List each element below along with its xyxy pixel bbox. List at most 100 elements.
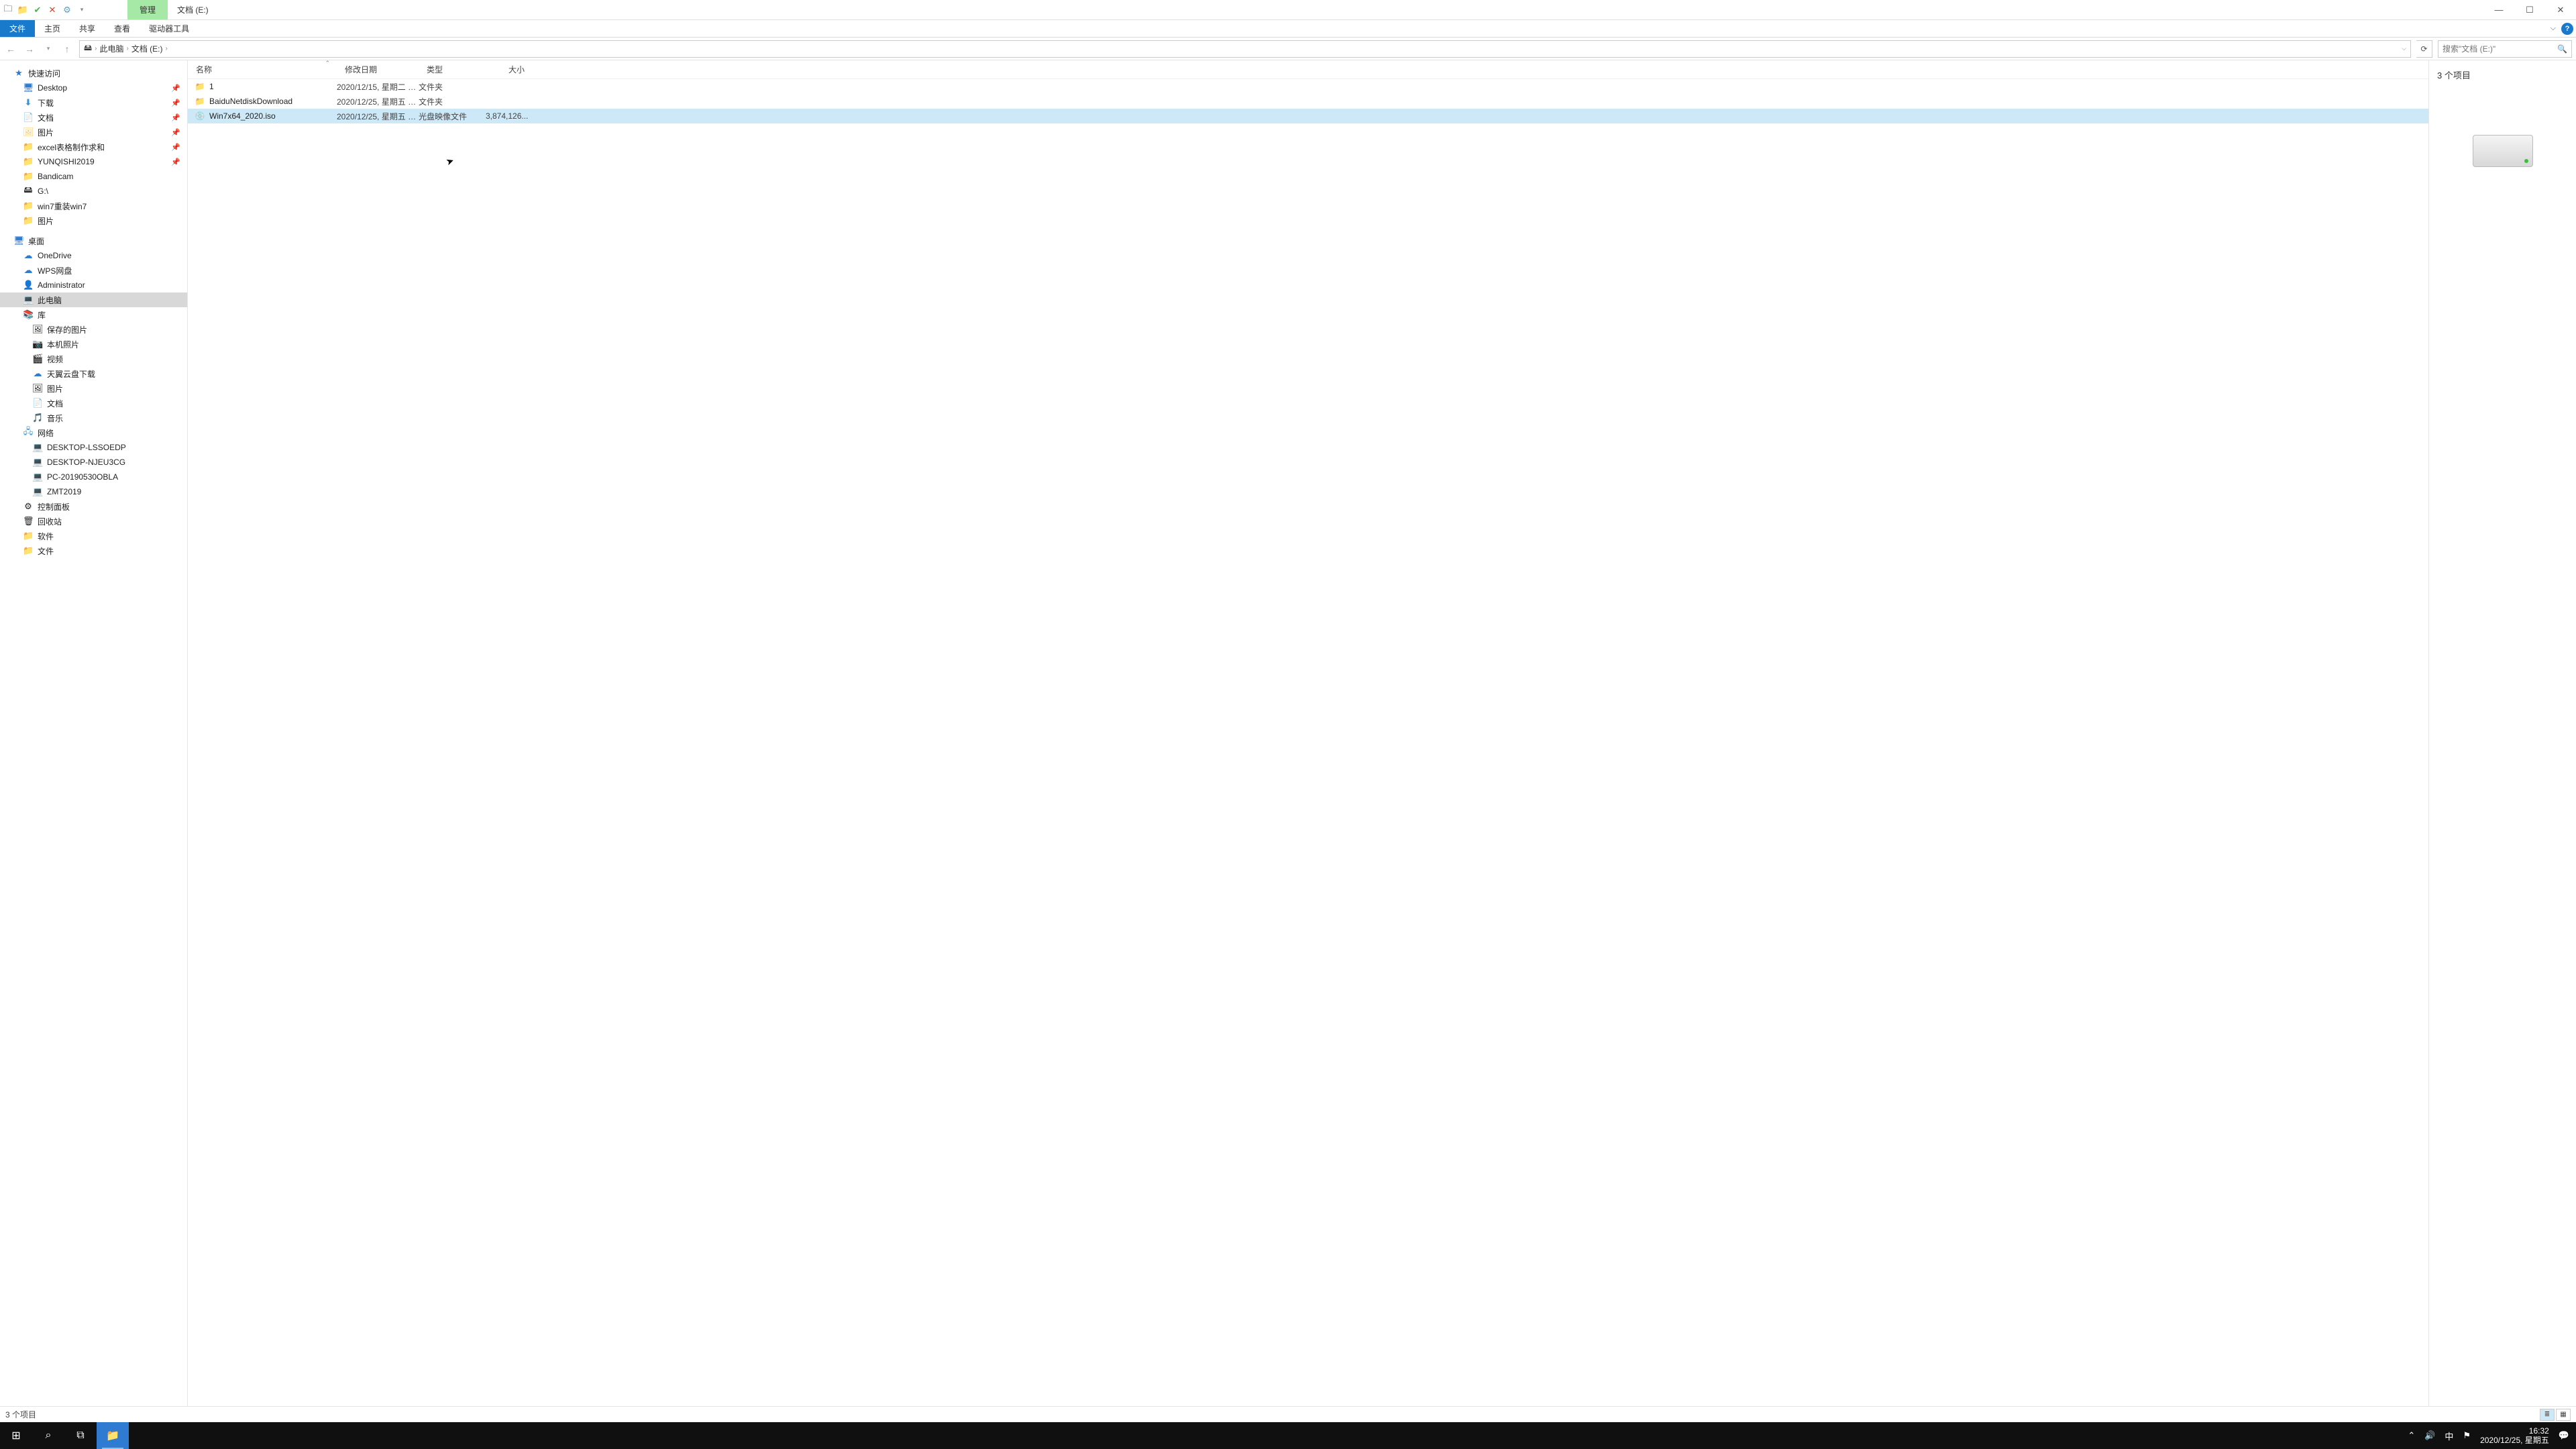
folder-icon: 📁 — [23, 201, 34, 211]
minimize-button[interactable]: ― — [2483, 0, 2514, 20]
status-text: 3 个项目 — [5, 1409, 36, 1420]
nav-desktop-cn[interactable]: 🖥桌面 — [0, 233, 187, 248]
folder-icon: 📁 — [195, 97, 205, 106]
breadcrumb-this-pc[interactable]: 此电脑 — [99, 43, 123, 54]
nav-drive-g[interactable]: 🖴G:\ — [0, 184, 187, 199]
folder-icon: 📁 — [23, 156, 34, 167]
ribbon-tab-drive-tools[interactable]: 驱动器工具 — [140, 20, 199, 37]
nav-tianyi[interactable]: ☁天翼云盘下载 — [0, 366, 187, 381]
nav-downloads[interactable]: ⬇下载📌 — [0, 95, 187, 110]
column-header-size[interactable]: 大小 — [486, 64, 533, 75]
column-header-name[interactable]: 名称⌃ — [188, 64, 337, 75]
nav-quick-access[interactable]: ★快速访问 — [0, 66, 187, 80]
ribbon-tab-file[interactable]: 文件 — [0, 20, 35, 37]
column-header-date[interactable]: 修改日期 — [337, 64, 419, 75]
file-row[interactable]: 📁BaiduNetdiskDownload2020/12/25, 星期五 1..… — [188, 94, 2428, 109]
nav-admin[interactable]: 👤Administrator — [0, 278, 187, 292]
view-details-button[interactable]: ≣ — [2540, 1409, 2555, 1421]
refresh-icon: ⟳ — [2420, 44, 2427, 54]
search-box[interactable]: 🔍 — [2438, 40, 2572, 58]
search-input[interactable] — [2443, 44, 2557, 54]
nav-wps[interactable]: ☁WPS网盘 — [0, 263, 187, 278]
nav-network-pc[interactable]: 💻DESKTOP-LSSOEDP — [0, 440, 187, 455]
breadcrumb-dropdown-icon[interactable]: ⌵ — [2402, 45, 2406, 52]
folder-icon: 📁 — [23, 215, 34, 226]
tray-overflow-icon[interactable]: ⌃ — [2408, 1430, 2415, 1441]
document-icon: 📄 — [23, 112, 34, 123]
nav-music[interactable]: 🎵音乐 — [0, 411, 187, 425]
nav-folder-files[interactable]: 📁文件 — [0, 543, 187, 558]
nav-network-pc[interactable]: 💻PC-20190530OBLA — [0, 470, 187, 484]
nav-recycle-bin[interactable]: 🗑回收站 — [0, 514, 187, 529]
nav-saved-pictures[interactable]: 🖼保存的图片 — [0, 322, 187, 337]
nav-folder-software[interactable]: 📁软件 — [0, 529, 187, 543]
nav-folder-pictures[interactable]: 📁图片 — [0, 213, 187, 228]
search-icon[interactable]: 🔍 — [2557, 44, 2567, 54]
cloud-icon: ☁ — [23, 265, 34, 276]
file-row[interactable]: 📁12020/12/15, 星期二 1...文件夹 — [188, 79, 2428, 94]
nav-folder-excel[interactable]: 📁excel表格制作求和📌 — [0, 140, 187, 154]
nav-up-icon[interactable]: ↑ — [60, 42, 74, 56]
file-size: 3,874,126... — [486, 111, 533, 121]
close-button[interactable]: ✕ — [2545, 0, 2576, 20]
ribbon-tab-view[interactable]: 查看 — [105, 20, 140, 37]
maximize-button[interactable]: ☐ — [2514, 0, 2545, 20]
window-title: 文档 (E:) — [168, 4, 218, 15]
breadcrumb-sep-icon[interactable]: › — [95, 45, 97, 52]
nav-onedrive[interactable]: ☁OneDrive — [0, 248, 187, 263]
task-view-button[interactable]: ⧉ — [64, 1422, 97, 1449]
breadcrumb-sep-icon[interactable]: › — [166, 45, 168, 52]
ime-icon[interactable]: 中 — [2445, 1430, 2453, 1442]
nav-history-icon[interactable]: ▾ — [42, 42, 55, 56]
view-thumbnails-button[interactable]: ▦ — [2556, 1409, 2571, 1421]
breadcrumb[interactable]: 🖴 › 此电脑 › 文档 (E:) › ⌵ — [79, 40, 2411, 58]
qat-check-icon[interactable]: ✔ — [32, 5, 43, 15]
nav-network-pc[interactable]: 💻DESKTOP-NJEU3CG — [0, 455, 187, 470]
breadcrumb-sep-icon[interactable]: › — [126, 45, 128, 52]
downloads-icon: ⬇ — [23, 97, 34, 108]
action-center-icon[interactable]: 💬 — [2559, 1430, 2569, 1441]
nav-forward-icon[interactable]: → — [23, 42, 36, 56]
help-icon[interactable]: ? — [2561, 23, 2573, 35]
nav-folder-yunqishi[interactable]: 📁YUNQISHI2019📌 — [0, 154, 187, 169]
qat-dropdown-icon[interactable]: ▾ — [76, 5, 87, 15]
nav-pictures-lib[interactable]: 🖼图片 — [0, 381, 187, 396]
nav-back-icon[interactable]: ← — [4, 42, 17, 56]
ribbon-tab-share[interactable]: 共享 — [70, 20, 105, 37]
file-row[interactable]: 💿Win7x64_2020.iso2020/12/25, 星期五 1...光盘映… — [188, 109, 2428, 123]
volume-icon[interactable]: 🔊 — [2424, 1430, 2435, 1441]
nav-folder-win7[interactable]: 📁win7重装win7 — [0, 199, 187, 213]
pin-icon: 📌 — [171, 158, 180, 166]
qat-close-icon[interactable]: ✕ — [47, 5, 58, 15]
folder-icon: 📁 — [23, 171, 34, 182]
manage-contextual-tab[interactable]: 管理 — [127, 0, 168, 19]
column-header-type[interactable]: 类型 — [419, 64, 486, 75]
taskbar-clock[interactable]: 16:32 2020/12/25, 星期五 — [2480, 1426, 2549, 1446]
nav-network-pc[interactable]: 💻ZMT2019 — [0, 484, 187, 499]
ribbon-expand-icon[interactable]: ⌵ — [2551, 23, 2556, 35]
nav-folder-bandicam[interactable]: 📁Bandicam — [0, 169, 187, 184]
nav-documents[interactable]: 📄文档📌 — [0, 110, 187, 125]
navigation-pane: ★快速访问 🖥Desktop📌 ⬇下载📌 📄文档📌 🖼图片📌 📁excel表格制… — [0, 60, 188, 1406]
start-button[interactable]: ⊞ — [0, 1422, 32, 1449]
security-icon[interactable]: ⚑ — [2463, 1430, 2471, 1441]
taskbar-search-button[interactable]: ⌕ — [32, 1422, 64, 1449]
status-bar: 3 个项目 ≣ ▦ — [0, 1406, 2576, 1422]
qat-gear-icon[interactable]: ⚙ — [62, 5, 72, 15]
qat-folder-icon[interactable]: 📁 — [17, 5, 28, 15]
nav-network[interactable]: 🖧网络 — [0, 425, 187, 440]
nav-videos[interactable]: 🎬视频 — [0, 352, 187, 366]
nav-this-pc[interactable]: 💻此电脑 — [0, 292, 187, 307]
nav-documents-lib[interactable]: 📄文档 — [0, 396, 187, 411]
nav-pictures[interactable]: 🖼图片📌 — [0, 125, 187, 140]
taskbar-explorer-button[interactable]: 📁 — [97, 1422, 129, 1449]
refresh-button[interactable]: ⟳ — [2416, 40, 2432, 58]
nav-camera-roll[interactable]: 📷本机照片 — [0, 337, 187, 352]
nav-libraries[interactable]: 📚库 — [0, 307, 187, 322]
ribbon-tab-home[interactable]: 主页 — [35, 20, 70, 37]
breadcrumb-drive[interactable]: 文档 (E:) — [131, 43, 163, 54]
pc-icon: 💻 — [32, 457, 43, 468]
nav-control-panel[interactable]: ⚙控制面板 — [0, 499, 187, 514]
nav-desktop[interactable]: 🖥Desktop📌 — [0, 80, 187, 95]
music-icon: 🎵 — [32, 413, 43, 423]
